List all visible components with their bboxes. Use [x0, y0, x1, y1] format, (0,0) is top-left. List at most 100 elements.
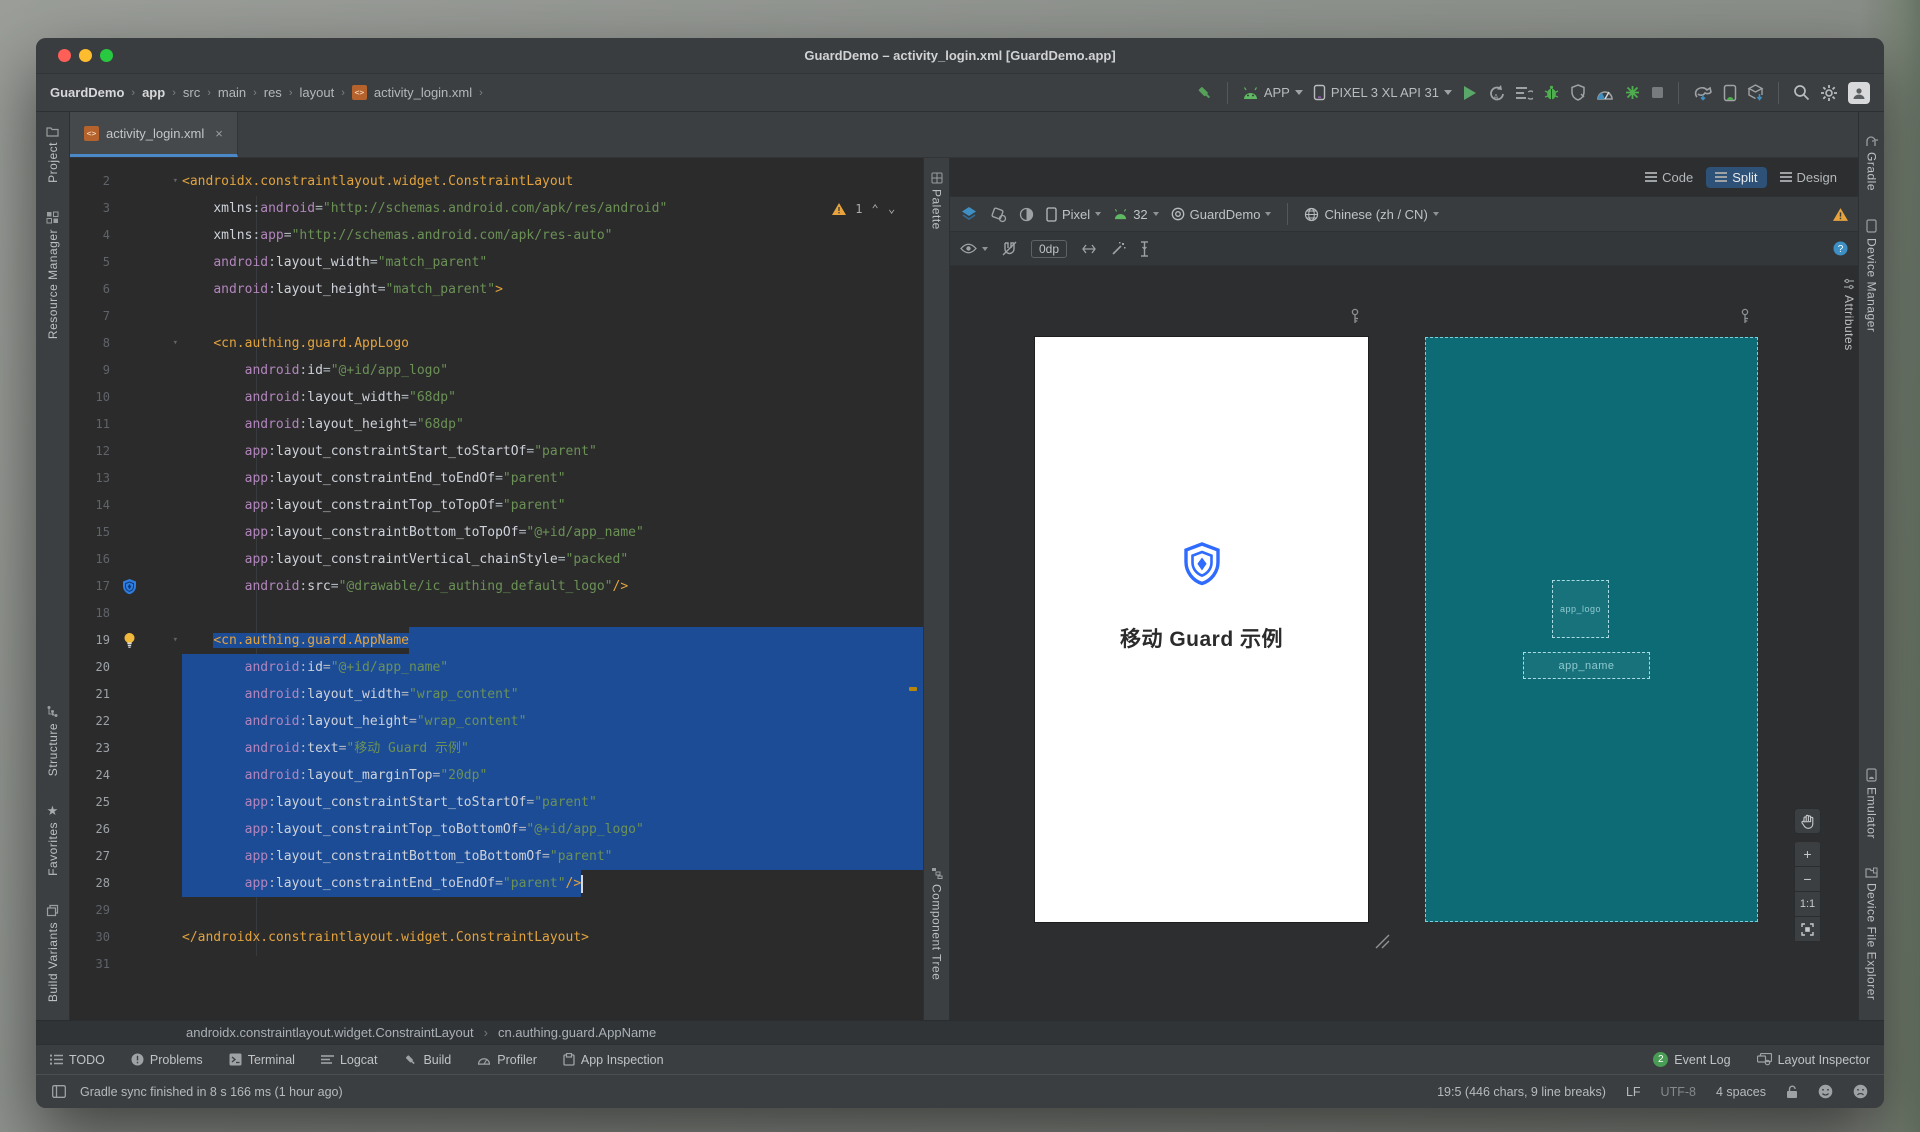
toolbar-problems[interactable]: Problems — [131, 1053, 203, 1067]
code-line[interactable]: 23 android:text="移动 Guard 示例" — [70, 735, 923, 762]
tool-window-component-tree[interactable]: Component Tree — [930, 867, 944, 980]
editor-gutter[interactable]: 26 — [70, 816, 182, 843]
editor-gutter[interactable]: 24 — [70, 762, 182, 789]
mode-design-button[interactable]: Design — [1771, 167, 1846, 188]
stop-button[interactable] — [1651, 86, 1664, 99]
breadcrumb-file[interactable]: activity_login.xml — [374, 85, 472, 100]
code-line[interactable]: 26 app:layout_constraintTop_toBottomOf="… — [70, 816, 923, 843]
feedback-sad-icon[interactable] — [1853, 1084, 1868, 1099]
breadcrumb-app[interactable]: app — [142, 85, 165, 100]
editor-gutter[interactable]: 27 — [70, 843, 182, 870]
line-separator[interactable]: LF — [1626, 1085, 1641, 1099]
render-warning-icon[interactable] — [1833, 207, 1848, 221]
editor-gutter[interactable]: 6 — [70, 276, 182, 303]
editor-gutter[interactable]: 21 — [70, 681, 182, 708]
profile-app-button[interactable] — [1570, 84, 1586, 101]
default-margin-select[interactable]: 0dp — [1031, 239, 1068, 258]
toolbar-terminal[interactable]: Terminal — [229, 1053, 295, 1067]
breadcrumb-res[interactable]: res — [264, 85, 282, 100]
build-hammer-icon[interactable] — [1195, 84, 1213, 102]
code-line[interactable]: 15 app:layout_constraintBottom_toTopOf="… — [70, 519, 923, 546]
zoom-to-fit-button[interactable] — [1794, 916, 1821, 942]
code-line[interactable]: 12 app:layout_constraintStart_toStartOf=… — [70, 438, 923, 465]
breadcrumb-src[interactable]: src — [183, 85, 200, 100]
code-line[interactable]: 7 — [70, 303, 923, 330]
code-line[interactable]: 10 android:layout_width="68dp" — [70, 384, 923, 411]
tool-window-project[interactable]: Project — [46, 126, 60, 183]
prev-issue-chevron-icon[interactable]: ⌃ — [872, 202, 879, 216]
editor-gutter[interactable]: 9 — [70, 357, 182, 384]
pan-hand-button[interactable] — [1794, 808, 1821, 834]
breadcrumb-main[interactable]: main — [218, 85, 246, 100]
code-line[interactable]: 21 android:layout_width="wrap_content" — [70, 681, 923, 708]
design-canvas[interactable]: 移动 Guard 示例 app_logo app_name + − 1:1 — [950, 266, 1858, 1020]
code-line[interactable]: 3 xmlns:android="http://schemas.android.… — [70, 195, 923, 222]
editor-gutter[interactable]: 30 — [70, 924, 182, 951]
blueprint-screen[interactable]: app_logo app_name — [1425, 337, 1758, 922]
editor-gutter[interactable]: 4 — [70, 222, 182, 249]
design-preview-screen[interactable]: 移动 Guard 示例 — [1035, 337, 1368, 922]
code-line[interactable]: 16 app:layout_constraintVertical_chainSt… — [70, 546, 923, 573]
run-configuration-select[interactable]: APP — [1242, 85, 1303, 100]
locale-dropdown[interactable]: Chinese (zh / CN) — [1304, 207, 1439, 222]
unlock-icon[interactable] — [1786, 1085, 1798, 1099]
tool-window-device-manager[interactable]: Device Manager — [1865, 219, 1879, 332]
design-surface-select-icon[interactable] — [960, 206, 978, 222]
clear-constraints-icon[interactable] — [1081, 242, 1097, 256]
search-everywhere-icon[interactable] — [1793, 84, 1810, 101]
xml-breadcrumb-root[interactable]: androidx.constraintlayout.widget.Constra… — [186, 1025, 474, 1040]
editor-gutter[interactable]: 22 — [70, 708, 182, 735]
attach-debugger-button[interactable] — [1624, 84, 1641, 101]
run-button[interactable] — [1462, 85, 1477, 101]
apply-code-changes-button[interactable] — [1515, 85, 1533, 101]
editor-gutter[interactable]: 18 — [70, 600, 182, 627]
orientation-icon[interactable] — [990, 206, 1007, 223]
code-line[interactable]: 18 — [70, 600, 923, 627]
editor-gutter[interactable]: 28 — [70, 870, 182, 897]
editor-gutter[interactable]: 25 — [70, 789, 182, 816]
editor-gutter[interactable]: 31 — [70, 951, 182, 978]
app-name-preview[interactable]: 移动 Guard 示例 — [1120, 623, 1283, 653]
editor-gutter[interactable]: 16 — [70, 546, 182, 573]
zoom-out-button[interactable]: − — [1794, 866, 1821, 892]
file-encoding[interactable]: UTF-8 — [1661, 1085, 1696, 1099]
apply-changes-button[interactable]: A — [1487, 84, 1505, 102]
fold-marker[interactable]: ▾ — [173, 627, 178, 654]
device-manager-icon[interactable] — [1723, 84, 1737, 102]
night-mode-icon[interactable] — [1019, 207, 1034, 222]
sdk-manager-icon[interactable] — [1747, 83, 1764, 102]
editor-gutter[interactable]: 5 — [70, 249, 182, 276]
intention-bulb-icon[interactable] — [123, 632, 136, 649]
api-level-dropdown[interactable]: 32 — [1113, 207, 1159, 222]
blueprint-app-name[interactable]: app_name — [1523, 652, 1650, 679]
editor-gutter[interactable]: 17 — [70, 573, 182, 600]
code-line[interactable]: 31 — [70, 951, 923, 978]
code-editor[interactable]: 2 ▾ <androidx.constraintlayout.widget.Cons… — [70, 158, 923, 1020]
zoom-in-button[interactable]: + — [1794, 842, 1821, 867]
breadcrumb-project[interactable]: GuardDemo — [50, 85, 124, 100]
device-dropdown[interactable]: Pixel — [1046, 207, 1102, 222]
code-line[interactable]: 19 ▾ <cn.authing.guard.AppName — [70, 627, 923, 654]
mode-code-button[interactable]: Code — [1636, 167, 1702, 188]
editor-gutter[interactable]: 13 — [70, 465, 182, 492]
toolbar-build[interactable]: Build — [403, 1053, 451, 1067]
code-line[interactable]: 28 app:layout_constraintEnd_toEndOf="par… — [70, 870, 923, 897]
code-line[interactable]: 29 — [70, 897, 923, 924]
code-line[interactable]: 14 app:layout_constraintTop_toTopOf="par… — [70, 492, 923, 519]
debug-button[interactable] — [1543, 84, 1560, 101]
tab-activity-login-xml[interactable]: <> activity_login.xml × — [70, 112, 238, 157]
code-line[interactable]: 27 app:layout_constraintBottom_toBottomO… — [70, 843, 923, 870]
tool-window-palette[interactable]: Palette — [930, 172, 944, 230]
infer-constraints-wand-icon[interactable] — [1111, 241, 1126, 256]
breadcrumb-layout[interactable]: layout — [299, 85, 334, 100]
editor-gutter[interactable]: 2 ▾ — [70, 168, 182, 195]
indent-setting[interactable]: 4 spaces — [1716, 1085, 1766, 1099]
tool-window-resource-manager[interactable]: Resource Manager — [46, 211, 60, 339]
fold-marker[interactable]: ▾ — [173, 168, 178, 195]
code-line[interactable]: 9 android:id="@+id/app_logo" — [70, 357, 923, 384]
fold-marker[interactable]: ▾ — [173, 330, 178, 357]
code-line[interactable]: 11 android:layout_height="68dp" — [70, 411, 923, 438]
editor-gutter[interactable]: 8 ▾ — [70, 330, 182, 357]
code-line[interactable]: 5 android:layout_width="match_parent" — [70, 249, 923, 276]
help-icon[interactable]: ? — [1833, 241, 1848, 256]
